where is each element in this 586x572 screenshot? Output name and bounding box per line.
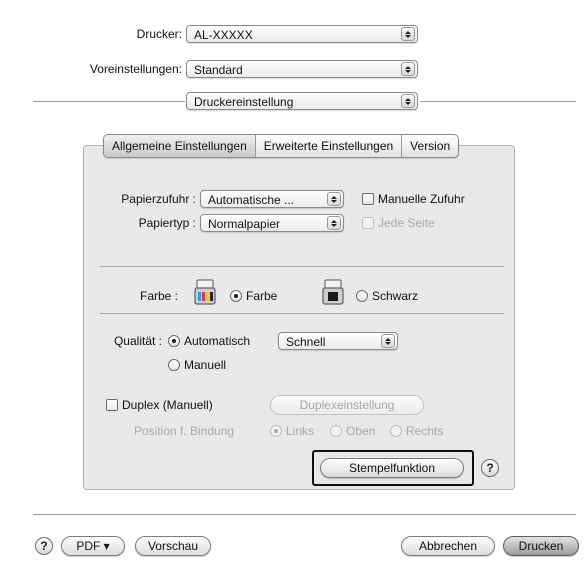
stamp-function-button[interactable]: Stempelfunktion [320, 458, 464, 478]
chevron-updown-icon [401, 27, 415, 41]
quality-auto-label: Automatisch [184, 334, 251, 348]
binding-radio-left[interactable] [270, 425, 282, 437]
chevron-updown-icon [401, 94, 415, 108]
quality-radio-auto[interactable] [168, 335, 180, 347]
help-icon[interactable]: ? [481, 459, 499, 477]
color-radio-color[interactable] [230, 290, 242, 302]
paper-source-value: Automatische ... [208, 193, 295, 207]
tab-advanced[interactable]: Erweiterte Einstellungen [256, 135, 403, 157]
cancel-button[interactable]: Abbrechen [401, 536, 495, 556]
paper-type-label: Papiertyp : [138, 216, 196, 230]
pdf-button[interactable]: PDF ▾ [61, 536, 125, 556]
paper-type-value: Normalpapier [208, 217, 281, 231]
print-button[interactable]: Drucken [503, 536, 579, 556]
chevron-updown-icon [327, 192, 341, 206]
duplex-settings-button[interactable]: Duplexeinstellung [270, 395, 424, 415]
binding-top-label: Oben [346, 424, 376, 438]
binding-radio-top[interactable] [330, 425, 342, 437]
black-printer-icon [322, 279, 344, 305]
binding-left-label: Links [286, 424, 315, 438]
color-label: Farbe : [139, 289, 178, 303]
tab-version[interactable]: Version [402, 135, 458, 157]
black-option-label: Schwarz [372, 289, 419, 303]
duplex-label: Duplex (Manuell) [122, 398, 213, 412]
section-popup-value: Druckereinstellung [194, 95, 294, 109]
preview-button[interactable]: Vorschau [135, 536, 211, 556]
color-printer-icon [194, 279, 216, 305]
quality-speed-value: Schnell [286, 335, 326, 349]
each-page-label: Jede Seite [378, 216, 435, 230]
footer-separator [33, 514, 576, 515]
help-icon[interactable]: ? [35, 537, 53, 555]
paper-type-popup[interactable]: Normalpapier [200, 214, 344, 232]
presets-popup[interactable]: Standard [186, 60, 418, 78]
quality-speed-popup[interactable]: Schnell [278, 332, 398, 350]
tab-general[interactable]: Allgemeine Einstellungen [104, 135, 256, 157]
manual-feed-label: Manuelle Zufuhr [378, 192, 465, 206]
panel-divider-1 [100, 266, 504, 267]
quality-radio-manual[interactable] [168, 359, 180, 371]
paper-source-popup[interactable]: Automatische ... [200, 190, 344, 208]
quality-manual-label: Manuell [184, 358, 227, 372]
color-option-label: Farbe [246, 289, 278, 303]
tab-bar: Allgemeine Einstellungen Erweiterte Eins… [103, 134, 460, 158]
binding-position-label: Position f. Bindung [134, 424, 235, 438]
printer-label: Drucker: [136, 27, 182, 41]
manual-feed-checkbox[interactable] [362, 193, 374, 205]
separator-left [33, 101, 185, 102]
printer-popup-value: AL-XXXXX [194, 28, 253, 42]
section-popup[interactable]: Druckereinstellung [186, 92, 418, 110]
panel-divider-2 [100, 313, 504, 314]
binding-radio-right[interactable] [390, 425, 402, 437]
presets-popup-value: Standard [194, 63, 243, 77]
chevron-updown-icon [381, 334, 395, 348]
separator-right [420, 101, 576, 102]
each-page-checkbox[interactable] [362, 217, 374, 229]
presets-label: Voreinstellungen: [89, 62, 182, 76]
chevron-updown-icon [401, 62, 415, 76]
binding-right-label: Rechts [406, 424, 444, 438]
chevron-updown-icon [327, 216, 341, 230]
duplex-checkbox[interactable] [106, 399, 118, 411]
quality-label: Qualität : [113, 334, 162, 348]
printer-popup[interactable]: AL-XXXXX [186, 25, 418, 43]
color-radio-black[interactable] [356, 290, 368, 302]
paper-source-label: Papierzufuhr : [121, 192, 196, 206]
